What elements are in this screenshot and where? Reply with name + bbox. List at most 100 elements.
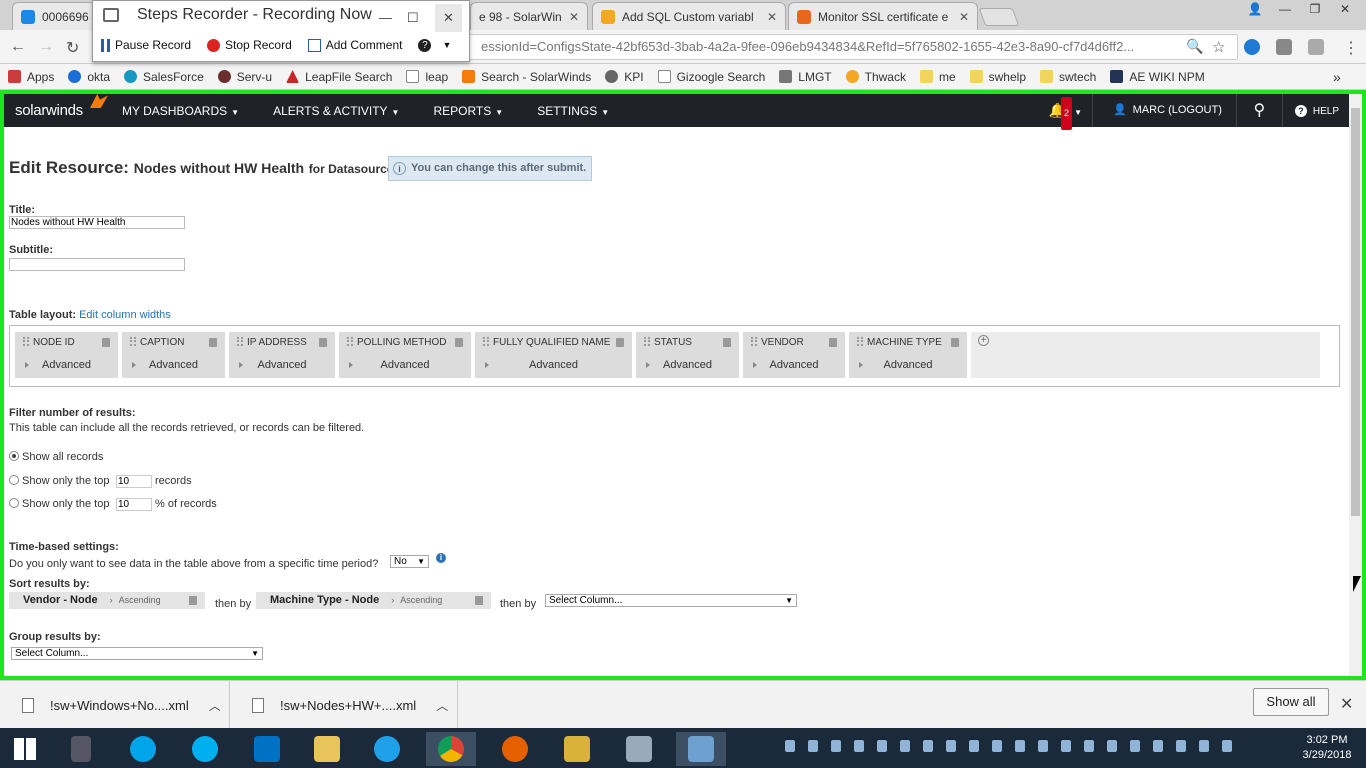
drag-handle-icon[interactable] (857, 337, 863, 346)
forward-icon[interactable]: → (38, 38, 54, 56)
drag-handle-icon[interactable] (130, 337, 136, 346)
stop-record-button[interactable]: Stop Record (207, 38, 292, 52)
column-header[interactable]: MACHINE TYPE (849, 332, 967, 354)
minimize-icon[interactable]: — (379, 4, 392, 32)
tray-icon[interactable] (785, 740, 795, 752)
info-icon[interactable]: i (436, 553, 446, 563)
advanced-toggle[interactable]: Advanced (475, 354, 632, 378)
taskbar-app-skype[interactable] (180, 732, 230, 766)
advanced-toggle[interactable]: Advanced (339, 354, 471, 378)
drag-handle-icon[interactable] (644, 337, 650, 346)
column-header[interactable]: CAPTION (122, 332, 225, 354)
trash-icon[interactable] (829, 338, 837, 347)
tray-icon[interactable] (1107, 740, 1117, 752)
browser-tab-4[interactable]: Monitor SSL certificate e ✕ (788, 2, 978, 30)
tray-icon[interactable] (1222, 740, 1232, 752)
maximize-icon[interactable]: ☐ (407, 4, 419, 32)
column-node-id[interactable]: NODE ID Advanced (15, 332, 122, 378)
user-logout-link[interactable]: 👤 MARC (LOGOUT) (1093, 94, 1237, 127)
bookmark-lmgt[interactable]: LMGT (779, 70, 832, 84)
tray-icon[interactable] (877, 740, 887, 752)
tray-icon[interactable] (1153, 740, 1163, 752)
close-window-icon[interactable]: ✕ (1330, 0, 1360, 20)
scrollbar-thumb[interactable] (1351, 108, 1360, 516)
column-machine-type[interactable]: MACHINE TYPE Advanced (849, 332, 971, 378)
taskbar-app-chrome[interactable] (426, 732, 476, 766)
extension-icon[interactable] (1276, 39, 1292, 55)
drag-handle-icon[interactable] (483, 337, 489, 346)
sort-direction-toggle[interactable]: Ascending (110, 595, 161, 605)
tray-icon[interactable] (992, 740, 1002, 752)
column-header[interactable]: VENDOR (743, 332, 845, 354)
bookmark-folder-swtech[interactable]: swtech (1040, 70, 1096, 84)
column-header[interactable]: STATUS (636, 332, 739, 354)
column-ip-address[interactable]: IP ADDRESS Advanced (229, 332, 339, 378)
column-polling-method[interactable]: POLLING METHOD Advanced (339, 332, 475, 378)
minimize-icon[interactable]: — (1270, 0, 1300, 20)
advanced-toggle[interactable]: Advanced (229, 354, 335, 378)
notifications-button[interactable]: 🔔 2 ▼ (1039, 94, 1093, 130)
column-header[interactable]: POLLING METHOD (339, 332, 471, 354)
edit-column-widths-link[interactable]: Edit column widths (79, 309, 171, 321)
drag-handle-icon[interactable] (347, 337, 353, 346)
top-percent-input[interactable]: 10 (116, 498, 152, 511)
show-top-percent-radio[interactable] (9, 498, 19, 508)
tray-icon[interactable] (1038, 740, 1048, 752)
address-bar[interactable]: essionId=ConfigsState-42bf653d-3bab-4a2a… (468, 34, 1238, 60)
tray-icon[interactable] (854, 740, 864, 752)
tray-icon[interactable] (923, 740, 933, 752)
bookmark-leapfile[interactable]: LeapFile Search (286, 70, 392, 84)
advanced-toggle[interactable]: Advanced (743, 354, 845, 378)
drag-handle-icon[interactable] (751, 337, 757, 346)
tray-icon[interactable] (1015, 740, 1025, 752)
trash-icon[interactable] (209, 338, 217, 347)
taskbar-app-explorer[interactable] (302, 732, 352, 766)
bookmark-servu[interactable]: Serv-u (217, 70, 272, 84)
taskbar-app-firefox[interactable] (490, 732, 540, 766)
download-item[interactable]: !sw+Nodes+HW+....xml ︿ (230, 681, 458, 729)
bookmark-thwack[interactable]: Thwack (845, 70, 906, 84)
time-period-select[interactable]: No (390, 555, 429, 568)
browser-tab-2[interactable]: e 98 - SolarWin ✕ (470, 2, 588, 30)
advanced-toggle[interactable]: Advanced (15, 354, 118, 378)
tray-icon[interactable] (808, 740, 818, 752)
trash-icon[interactable] (951, 338, 959, 347)
extension-icon[interactable] (1308, 39, 1324, 55)
bookmark-search-solarwinds[interactable]: Search - SolarWinds (462, 70, 591, 84)
close-tab-icon[interactable]: ✕ (761, 10, 777, 24)
tray-icon[interactable] (946, 740, 956, 752)
add-comment-button[interactable]: Add Comment (307, 38, 402, 52)
trash-icon[interactable] (475, 596, 483, 605)
bookmark-okta[interactable]: okta (68, 70, 110, 84)
taskbar-app-notes[interactable] (552, 732, 602, 766)
advanced-toggle[interactable]: Advanced (636, 354, 739, 378)
add-column-icon[interactable]: + (978, 335, 989, 346)
advanced-toggle[interactable]: Advanced (849, 354, 967, 378)
taskbar-app-ie[interactable] (362, 732, 412, 766)
show-all-radio[interactable] (9, 451, 19, 461)
chevron-up-icon[interactable]: ︿ (209, 697, 221, 714)
reload-icon[interactable]: ↻ (66, 38, 79, 58)
subtitle-input[interactable] (9, 258, 185, 271)
column-vendor[interactable]: VENDOR Advanced (743, 332, 849, 378)
taskbar-app-outlook[interactable] (242, 732, 292, 766)
bookmark-gizoogle[interactable]: Gizoogle Search (657, 70, 765, 84)
search-icon[interactable]: ⚲ (1237, 94, 1283, 127)
taskbar-app-skype-business[interactable] (118, 732, 168, 766)
bookmark-folder-me[interactable]: me (919, 70, 956, 84)
tray-icon[interactable] (969, 740, 979, 752)
title-input[interactable]: Nodes without HW Health (9, 216, 185, 229)
advanced-toggle[interactable]: Advanced (122, 354, 225, 378)
trash-icon[interactable] (455, 338, 463, 347)
profile-icon[interactable]: 👤 (1240, 0, 1270, 20)
top-records-input[interactable]: 10 (116, 475, 152, 488)
close-tab-icon[interactable]: ✕ (563, 10, 579, 24)
new-tab-button[interactable] (978, 8, 1020, 26)
bookmark-leap[interactable]: leap (406, 70, 448, 84)
column-fully-qualified-name[interactable]: FULLY QUALIFIED NAME Advanced (475, 332, 636, 378)
bookmark-star-icon[interactable]: ☆ (1212, 38, 1225, 56)
menu-my-dashboards[interactable]: MY DASHBOARDS ▼ (122, 104, 239, 118)
tray-icon[interactable] (1199, 740, 1209, 752)
tray-icon[interactable] (1176, 740, 1186, 752)
chevron-up-icon[interactable]: ︿ (436, 697, 448, 714)
